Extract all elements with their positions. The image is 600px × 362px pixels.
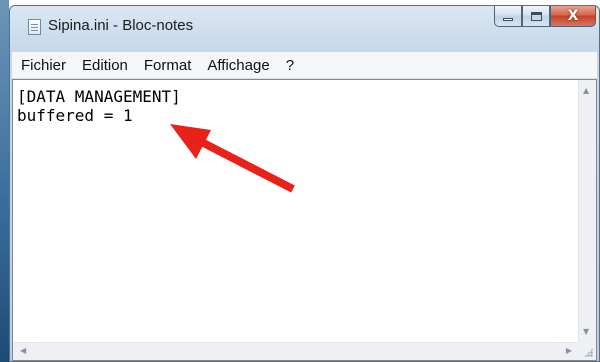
minimize-button[interactable] (494, 6, 522, 27)
desktop-background-strip (0, 0, 9, 362)
menu-affichage[interactable]: Affichage (199, 57, 277, 74)
maximize-button[interactable] (522, 6, 550, 27)
menu-bar: Fichier Edition Format Affichage ? (12, 52, 597, 79)
scroll-left-arrow-icon[interactable]: ◀ (20, 347, 26, 355)
horizontal-scrollbar[interactable]: ◀ ▶ (13, 342, 578, 360)
text-content[interactable]: [DATA MANAGEMENT] buffered = 1 (17, 87, 575, 340)
menu-fichier[interactable]: Fichier (12, 57, 74, 74)
menu-edition[interactable]: Edition (74, 57, 136, 74)
text-line-section-header: [DATA MANAGEMENT] (17, 87, 181, 106)
editor-area[interactable]: [DATA MANAGEMENT] buffered = 1 ▲ ▼ ◀ ▶ (12, 79, 597, 361)
menu-help[interactable]: ? (278, 57, 302, 74)
close-button[interactable]: X (550, 6, 596, 27)
scroll-down-arrow-icon[interactable]: ▼ (583, 328, 589, 336)
caption-buttons: X (494, 6, 596, 27)
vertical-scrollbar[interactable]: ▲ ▼ (578, 80, 596, 342)
notepad-app-icon[interactable] (28, 19, 41, 35)
scroll-up-arrow-icon[interactable]: ▲ (583, 87, 589, 95)
window-title: Sipina.ini - Bloc-notes (48, 17, 194, 34)
title-bar[interactable]: Sipina.ini - Bloc-notes X (10, 6, 599, 46)
scroll-right-arrow-icon[interactable]: ▶ (566, 347, 572, 355)
text-line-buffered-setting: buffered = 1 (17, 106, 133, 125)
resize-grip-icon (584, 348, 593, 357)
notepad-window: Sipina.ini - Bloc-notes X Fichier Editio… (9, 5, 600, 362)
minimize-icon (503, 18, 513, 21)
menu-format[interactable]: Format (136, 57, 200, 74)
maximize-icon (530, 11, 542, 21)
size-grip[interactable] (578, 342, 596, 360)
close-icon: X (567, 8, 579, 24)
